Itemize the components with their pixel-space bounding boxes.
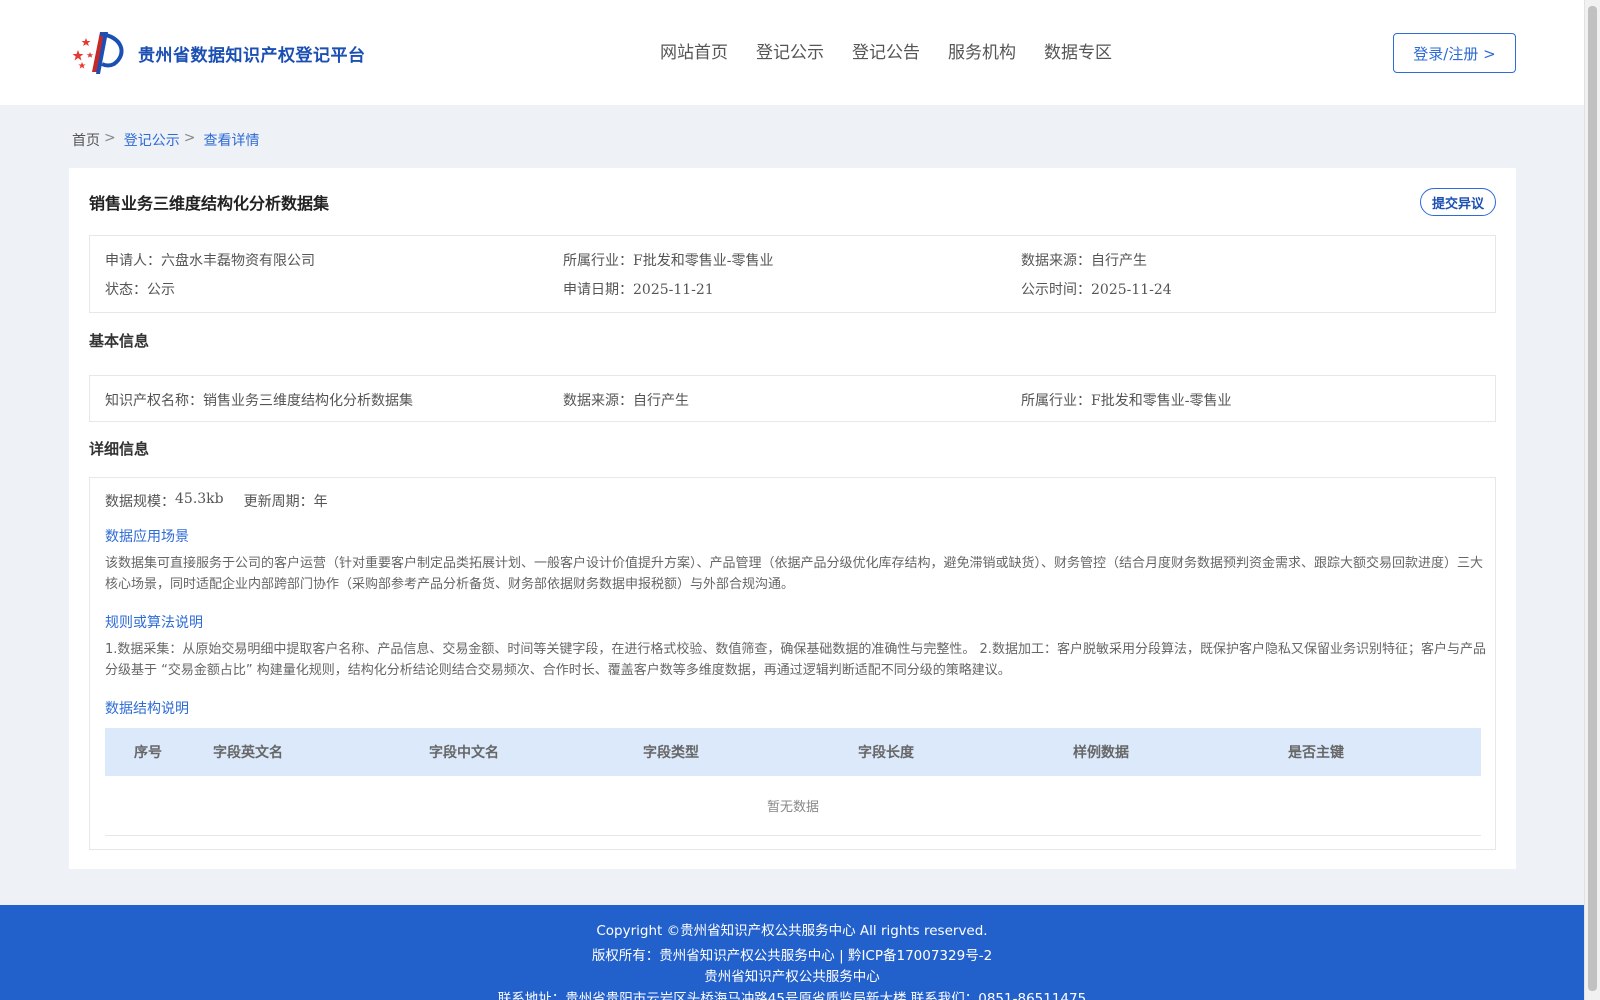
detail-info-box: 数据规模： 45.3kb 更新周期： 年 数据应用场景 该数据集可直接服务于公司… <box>89 477 1496 850</box>
submit-objection-button[interactable]: 提交异议 <box>1420 188 1496 216</box>
summary-row: 状态：公示 申请日期：2025-11-21 公示时间：2025-11-24 <box>105 279 1485 299</box>
applicant-value: 六盘水丰磊物资有限公司 <box>161 253 315 269</box>
page-scrollbar[interactable] <box>1584 0 1600 1000</box>
nav-item-registration-announcement[interactable]: 登记公告 <box>852 38 920 63</box>
footer-rights: 版权所有：贵州省知识产权公共服务中心 | 黔ICP备17007329号-2 <box>591 948 993 964</box>
source-value: 自行产生 <box>1091 253 1147 269</box>
status-value: 公示 <box>147 282 175 298</box>
basic-industry-value: F批发和零售业-零售业 <box>1091 393 1232 409</box>
structure-table: 序号 字段英文名 字段中文名 字段类型 字段长度 样例数据 是否主键 暂无数据 <box>105 728 1481 836</box>
provincial-emblem-logo-icon <box>70 28 130 78</box>
column-header[interactable]: 字段中文名 <box>429 742 643 762</box>
cycle-value: 年 <box>313 494 328 510</box>
industry-field: 所属行业：F批发和零售业-零售业 <box>563 250 1021 270</box>
breadcrumb-separator: > <box>104 130 116 146</box>
basic-source-value: 自行产生 <box>633 393 689 409</box>
nav-item-data-zone[interactable]: 数据专区 <box>1044 38 1112 63</box>
publish-date-value: 2025-11-24 <box>1091 282 1172 298</box>
cycle-label: 更新周期： <box>243 494 314 510</box>
table-header: 序号 字段英文名 字段中文名 字段类型 字段长度 样例数据 是否主键 <box>105 728 1481 776</box>
basic-industry-label: 所属行业： <box>1021 393 1091 409</box>
footer-contact: 联系地址：贵州省贵阳市云岩区头桥海马冲路45号原省质监局新大楼 联系我们：085… <box>497 991 1087 1000</box>
breadcrumb-home[interactable]: 首页 <box>72 130 100 150</box>
scale-value: 45.3kb <box>175 491 224 507</box>
basic-info-box: 知识产权名称：销售业务三维度结构化分析数据集 数据来源：自行产生 所属行业：F批… <box>89 375 1496 422</box>
publish-date-field: 公示时间：2025-11-24 <box>1021 279 1479 299</box>
apply-date-label: 申请日期： <box>563 282 633 298</box>
status-field: 状态：公示 <box>105 279 563 299</box>
nav-item-service-agencies[interactable]: 服务机构 <box>948 38 1016 63</box>
applicant-field: 申请人：六盘水丰磊物资有限公司 <box>105 250 563 270</box>
industry-value: F批发和零售业-零售业 <box>633 253 774 269</box>
scenario-heading: 数据应用场景 <box>105 529 189 545</box>
column-header[interactable]: 字段类型 <box>643 742 858 762</box>
record-title: 销售业务三维度结构化分析数据集 <box>89 194 330 213</box>
detail-info-heading: 详细信息 <box>89 440 150 458</box>
nav-item-registration-publicity[interactable]: 登记公示 <box>756 38 824 63</box>
rules-heading: 规则或算法说明 <box>105 615 203 631</box>
site-footer: Copyright ©贵州省知识产权公共服务中心 All rights rese… <box>0 905 1584 1000</box>
nav-item-home[interactable]: 网站首页 <box>660 38 728 63</box>
site-title: 贵州省数据知识产权登记平台 <box>138 45 366 66</box>
source-field: 数据来源：自行产生 <box>1021 250 1479 270</box>
source-label: 数据来源： <box>1021 253 1091 269</box>
breadcrumb-current[interactable]: 查看详情 <box>203 130 259 150</box>
scale-label: 数据规模： <box>105 494 175 510</box>
footer-org: 贵州省知识产权公共服务中心 <box>704 969 880 985</box>
industry-label: 所属行业： <box>563 253 633 269</box>
column-header[interactable]: 字段长度 <box>858 742 1073 762</box>
breadcrumb-separator: > <box>183 130 196 146</box>
structure-heading: 数据结构说明 <box>105 701 189 717</box>
column-header[interactable]: 字段英文名 <box>213 742 429 762</box>
scale-cycle-line: 数据规模： 45.3kb 更新周期： 年 <box>105 491 328 511</box>
summary-box: 申请人：六盘水丰磊物资有限公司 所属行业：F批发和零售业-零售业 数据来源：自行… <box>89 235 1496 313</box>
ip-name-label: 知识产权名称： <box>105 393 203 409</box>
breadcrumb-section[interactable]: 登记公示 <box>124 130 180 150</box>
breadcrumb: 首页 > 登记公示 > 查看详情 <box>72 130 259 150</box>
basic-source-field: 数据来源：自行产生 <box>563 390 1021 410</box>
site-header: 贵州省数据知识产权登记平台 网站首页 登记公示 登记公告 服务机构 数据专区 登… <box>0 0 1584 105</box>
summary-row: 申请人：六盘水丰磊物资有限公司 所属行业：F批发和零售业-零售业 数据来源：自行… <box>105 250 1485 270</box>
basic-source-label: 数据来源： <box>563 393 633 409</box>
record-detail-card: 销售业务三维度结构化分析数据集 提交异议 申请人：六盘水丰磊物资有限公司 所属行… <box>69 168 1516 869</box>
applicant-label: 申请人： <box>105 253 161 269</box>
status-label: 状态： <box>105 282 147 298</box>
site-logo[interactable]: 贵州省数据知识产权登记平台 <box>70 28 366 78</box>
apply-date-value: 2025-11-21 <box>633 282 714 298</box>
column-header[interactable]: 样例数据 <box>1073 742 1288 762</box>
main-nav: 网站首页 登记公示 登记公告 服务机构 数据专区 <box>660 38 1140 63</box>
apply-date-field: 申请日期：2025-11-21 <box>563 279 1021 299</box>
ip-name-field: 知识产权名称：销售业务三维度结构化分析数据集 <box>105 390 563 410</box>
scenario-text: 该数据集可直接服务于公司的客户运营（针对重要客户制定品类拓展计划、一般客户设计价… <box>105 556 1484 592</box>
basic-info-row: 知识产权名称：销售业务三维度结构化分析数据集 数据来源：自行产生 所属行业：F批… <box>105 390 1485 410</box>
publish-date-label: 公示时间： <box>1021 282 1091 298</box>
ip-name-value: 销售业务三维度结构化分析数据集 <box>203 393 413 409</box>
basic-info-heading: 基本信息 <box>89 332 150 350</box>
rules-text: 1.数据采集：从原始交易明细中提取客户名称、产品信息、交易金额、时间等关键字段，… <box>105 642 1486 678</box>
table-empty-state: 暂无数据 <box>105 776 1481 836</box>
column-header[interactable]: 是否主键 <box>1288 742 1438 762</box>
column-header[interactable]: 序号 <box>105 742 213 762</box>
login-register-button[interactable]: 登录/注册 > <box>1393 33 1516 73</box>
scrollbar-thumb[interactable] <box>1588 6 1597 991</box>
footer-copyright: Copyright ©贵州省知识产权公共服务中心 All rights rese… <box>596 923 988 939</box>
basic-industry-field: 所属行业：F批发和零售业-零售业 <box>1021 390 1479 410</box>
